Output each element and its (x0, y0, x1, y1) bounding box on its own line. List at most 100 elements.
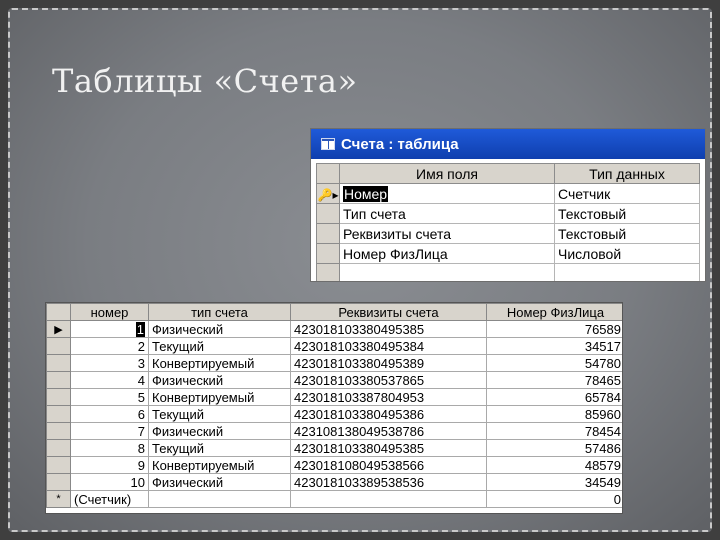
row-selector[interactable] (316, 263, 340, 281)
cell-person-number[interactable]: 78465 (486, 371, 622, 389)
cell-number[interactable]: 3 (70, 354, 149, 372)
table-row[interactable]: 2 Текущий 423018103380495384 34517 (46, 337, 622, 355)
current-row-selector[interactable]: ▶ (46, 320, 71, 338)
cell-person-number[interactable]: 34517 (486, 337, 622, 355)
table-row[interactable]: 9 Конвертируемый 423018108049538566 48579 (46, 456, 622, 474)
new-record-selector[interactable]: * (46, 490, 71, 508)
column-header-field-name[interactable]: Имя поля (339, 163, 555, 184)
grid-corner[interactable] (316, 163, 340, 184)
cell-number[interactable]: 4 (70, 371, 149, 389)
column-header-data-type[interactable]: Тип данных (554, 163, 700, 184)
table-design-window[interactable]: Счета : таблица Имя поля Тип данных 🔑▸ Н… (310, 128, 706, 282)
column-header-requisites[interactable]: Реквизиты счета (290, 303, 487, 321)
field-name-cell[interactable]: Номер (339, 183, 555, 204)
cell-number[interactable]: 10 (70, 473, 149, 491)
cell-account-type[interactable]: Текущий (148, 337, 291, 355)
cell-requisites[interactable]: 423018103380495384 (290, 337, 487, 355)
table-row[interactable]: 10 Физический 423018103389538536 34549 (46, 473, 622, 491)
field-row[interactable]: Реквизиты счета Текстовый (316, 223, 700, 244)
row-selector[interactable] (46, 456, 71, 474)
field-row[interactable]: Номер ФизЛица Числовой (316, 243, 700, 264)
datasheet-grid: номер тип счета Реквизиты счета Номер Фи… (46, 303, 622, 508)
cell-account-type[interactable]: Конвертируемый (148, 354, 291, 372)
cell-requisites[interactable]: 423018103380495386 (290, 405, 487, 423)
cell-account-type[interactable]: Конвертируемый (148, 388, 291, 406)
cell-number[interactable]: (Счетчик) (70, 490, 149, 508)
row-selector[interactable] (46, 371, 71, 389)
field-row[interactable] (316, 263, 700, 281)
field-name-cell[interactable] (339, 263, 555, 281)
table-row[interactable]: 6 Текущий 423018103380495386 85960 (46, 405, 622, 423)
cell-account-type[interactable]: Физический (148, 371, 291, 389)
row-selector[interactable] (46, 405, 71, 423)
row-selector[interactable] (316, 243, 340, 264)
field-name-cell[interactable]: Тип счета (339, 203, 555, 224)
data-type-cell[interactable]: Счетчик (554, 183, 700, 204)
cell-person-number[interactable]: 54780 (486, 354, 622, 372)
cell-number[interactable]: 9 (70, 456, 149, 474)
cell-person-number[interactable]: 78454 (486, 422, 622, 440)
cell-person-number[interactable]: 65784 (486, 388, 622, 406)
design-window-titlebar[interactable]: Счета : таблица (311, 129, 705, 159)
cell-person-number[interactable]: 34549 (486, 473, 622, 491)
cell-requisites[interactable] (290, 490, 487, 508)
row-selector[interactable] (316, 203, 340, 224)
cell-account-type[interactable]: Текущий (148, 405, 291, 423)
cell-requisites[interactable]: 423108138049538786 (290, 422, 487, 440)
table-row[interactable]: 7 Физический 423108138049538786 78454 (46, 422, 622, 440)
datasheet-window[interactable]: номер тип счета Реквизиты счета Номер Фи… (45, 302, 623, 514)
new-record-row[interactable]: * (Счетчик) 0 (46, 490, 622, 508)
cell-requisites[interactable]: 423018108049538566 (290, 456, 487, 474)
cell-person-number[interactable]: 48579 (486, 456, 622, 474)
cell-number[interactable]: 6 (70, 405, 149, 423)
cell-number[interactable]: 5 (70, 388, 149, 406)
cell-number[interactable]: 7 (70, 422, 149, 440)
cell-person-number[interactable]: 57486 (486, 439, 622, 457)
cell-requisites[interactable]: 423018103380495385 (290, 320, 487, 338)
column-header-number[interactable]: номер (70, 303, 149, 321)
cell-account-type[interactable]: Текущий (148, 439, 291, 457)
table-row[interactable]: 3 Конвертируемый 423018103380495389 54780 (46, 354, 622, 372)
data-type-cell[interactable]: Текстовый (554, 223, 700, 244)
data-type-cell[interactable]: Числовой (554, 243, 700, 264)
table-row[interactable]: ▶ 1 Физический 423018103380495385 76589 (46, 320, 622, 338)
row-selector[interactable] (46, 473, 71, 491)
field-definition-grid: Имя поля Тип данных 🔑▸ Номер Счетчик Тип… (316, 163, 700, 281)
data-type-cell[interactable] (554, 263, 700, 281)
cell-requisites[interactable]: 423018103389538536 (290, 473, 487, 491)
cell-requisites[interactable]: 423018103387804953 (290, 388, 487, 406)
cell-account-type[interactable]: Конвертируемый (148, 456, 291, 474)
cell-number[interactable]: 2 (70, 337, 149, 355)
table-row[interactable]: 8 Текущий 423018103380495385 57486 (46, 439, 622, 457)
table-row[interactable]: 4 Физический 423018103380537865 78465 (46, 371, 622, 389)
cell-account-type[interactable]: Физический (148, 320, 291, 338)
row-selector[interactable] (46, 422, 71, 440)
field-name-cell[interactable]: Реквизиты счета (339, 223, 555, 244)
field-row[interactable]: Тип счета Текстовый (316, 203, 700, 224)
row-selector[interactable]: 🔑▸ (316, 183, 340, 204)
row-selector[interactable] (46, 388, 71, 406)
column-header-account-type[interactable]: тип счета (148, 303, 291, 321)
cell-requisites[interactable]: 423018103380495389 (290, 354, 487, 372)
field-row[interactable]: 🔑▸ Номер Счетчик (316, 183, 700, 204)
row-selector[interactable] (316, 223, 340, 244)
cell-number[interactable]: 8 (70, 439, 149, 457)
cell-account-type[interactable]: Физический (148, 473, 291, 491)
design-window-title: Счета : таблица (341, 135, 459, 153)
cell-person-number[interactable]: 0 (486, 490, 622, 508)
cell-requisites[interactable]: 423018103380495385 (290, 439, 487, 457)
cell-requisites[interactable]: 423018103380537865 (290, 371, 487, 389)
cell-person-number[interactable]: 76589 (486, 320, 622, 338)
table-row[interactable]: 5 Конвертируемый 423018103387804953 65784 (46, 388, 622, 406)
cell-account-type[interactable] (148, 490, 291, 508)
grid-corner[interactable] (46, 303, 71, 321)
cell-person-number[interactable]: 85960 (486, 405, 622, 423)
field-name-cell[interactable]: Номер ФизЛица (339, 243, 555, 264)
data-type-cell[interactable]: Текстовый (554, 203, 700, 224)
row-selector[interactable] (46, 337, 71, 355)
column-header-person-number[interactable]: Номер ФизЛица (486, 303, 622, 321)
row-selector[interactable] (46, 439, 71, 457)
cell-account-type[interactable]: Физический (148, 422, 291, 440)
row-selector[interactable] (46, 354, 71, 372)
cell-number[interactable]: 1 (70, 320, 149, 338)
